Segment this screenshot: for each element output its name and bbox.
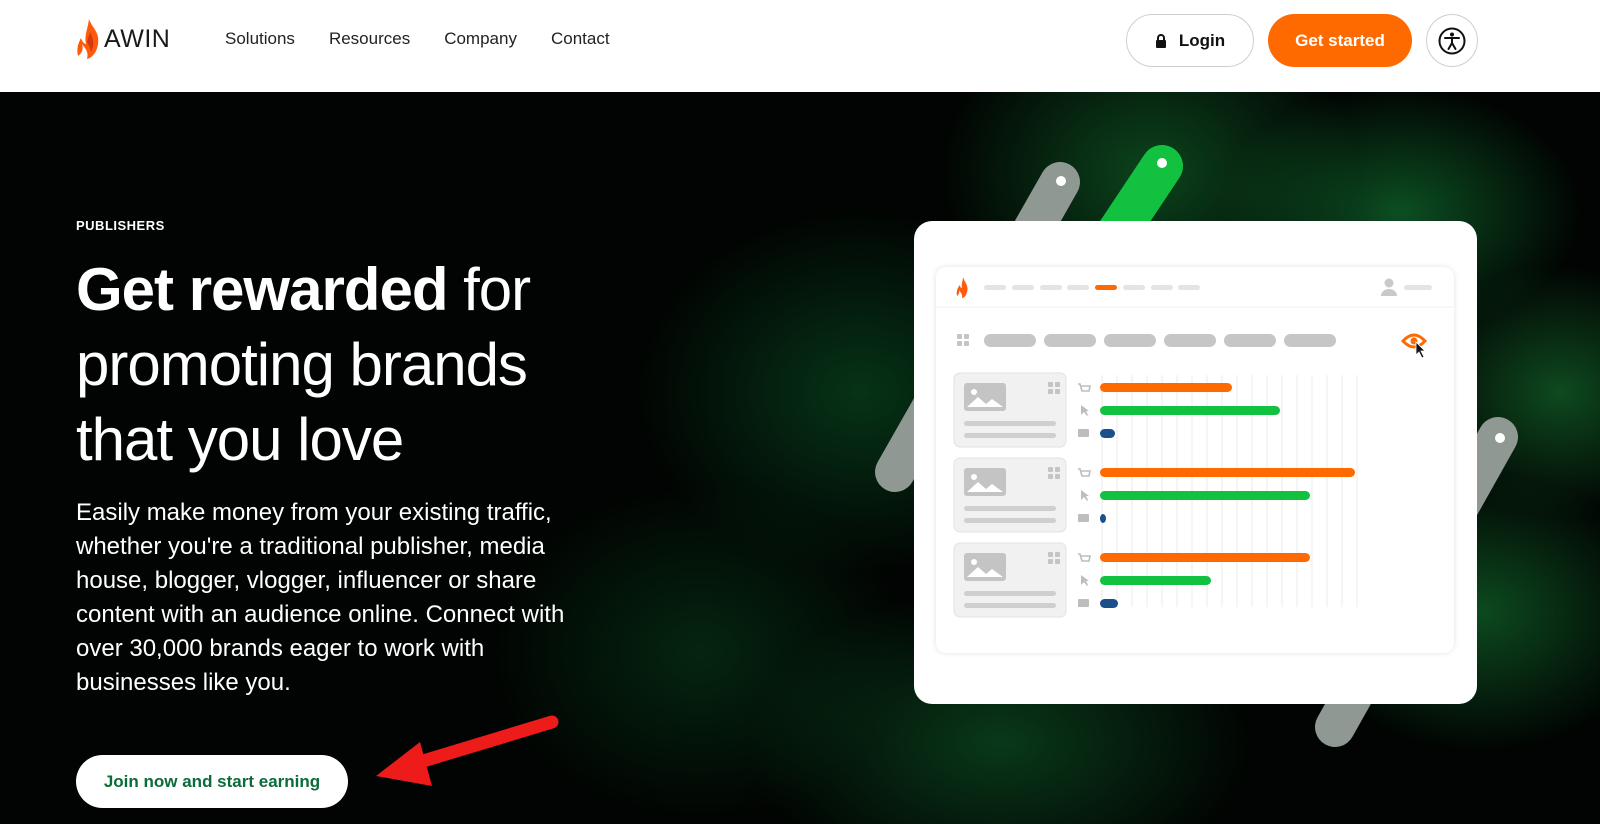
tile-grid-icon (1055, 474, 1060, 479)
awin-logo[interactable]: AWIN (76, 14, 170, 64)
nav-dashes (984, 285, 1200, 290)
lock-icon (1155, 33, 1166, 48)
earnings-bar (1100, 599, 1118, 608)
tile-grid-icon (1048, 389, 1053, 394)
tile-grid-icon (1055, 382, 1060, 387)
tile-grid-icon (1048, 474, 1053, 479)
cart-icon (1078, 553, 1091, 562)
tile-grid-icon (1048, 382, 1053, 387)
chart-rows (953, 372, 1355, 618)
nav-solutions[interactable]: Solutions (225, 29, 295, 49)
cart-icon (1078, 383, 1091, 392)
image-icon-sun (971, 474, 977, 480)
clicks-bar (1100, 576, 1211, 585)
image-icon-sun (971, 559, 977, 565)
tile-grid-icon (1048, 552, 1053, 557)
clicks-bar (1100, 491, 1310, 500)
accessibility-icon (1438, 27, 1466, 54)
pointer-icon (1081, 490, 1089, 501)
get-started-button[interactable]: Get started (1268, 14, 1412, 67)
logo-text: AWIN (104, 24, 171, 53)
nav-contact[interactable]: Contact (551, 29, 610, 49)
dashboard-window (936, 267, 1454, 653)
eye-icon (1400, 333, 1428, 359)
login-label: Login (1178, 30, 1226, 50)
text-placeholder (964, 433, 1056, 438)
tile-grid-icon (1048, 467, 1053, 472)
tile-grid-icon (1048, 559, 1053, 564)
text-placeholder (964, 591, 1056, 596)
earnings-bar (1100, 514, 1106, 523)
nav-resources[interactable]: Resources (329, 29, 410, 49)
earnings-bar (1100, 429, 1115, 438)
sales-bar (1100, 468, 1355, 477)
image-icon-sun (971, 389, 977, 395)
main-nav: Solutions Resources Company Contact (225, 29, 610, 49)
cash-icon (1078, 514, 1089, 522)
cash-icon (1078, 599, 1089, 607)
cart-icon (1078, 468, 1091, 477)
filter-pills (984, 334, 1336, 347)
dashboard-illustration (914, 221, 1477, 704)
text-placeholder (964, 506, 1056, 511)
user-name-placeholder (1404, 285, 1432, 290)
sales-bar (1100, 553, 1310, 562)
clicks-bar (1100, 406, 1280, 415)
pointer-icon (1081, 575, 1089, 586)
text-placeholder (964, 518, 1056, 523)
pointer-icon (1081, 405, 1089, 416)
mini-flame-icon (956, 277, 968, 298)
tile-grid-icon (1055, 389, 1060, 394)
dashboard-content (936, 277, 1454, 618)
tile-grid-icon (1055, 552, 1060, 557)
text-placeholder (964, 421, 1056, 426)
login-button[interactable]: Login (1126, 14, 1254, 67)
flame-logo-icon (77, 19, 99, 59)
text-placeholder (964, 603, 1056, 608)
sales-bar (1100, 383, 1232, 392)
tile-grid-icon (1055, 467, 1060, 472)
hero-section: PUBLISHERS Get rewarded for promoting br… (0, 92, 1600, 824)
accessibility-button[interactable] (1426, 14, 1478, 67)
site-header: AWIN Solutions Resources Company Contact… (0, 0, 1600, 92)
tile-grid-icon (1055, 559, 1060, 564)
cash-icon (1078, 429, 1089, 437)
grid-icon (957, 334, 969, 346)
nav-company[interactable]: Company (444, 29, 517, 49)
chart-row (953, 457, 1355, 533)
user-icon (1381, 278, 1397, 296)
